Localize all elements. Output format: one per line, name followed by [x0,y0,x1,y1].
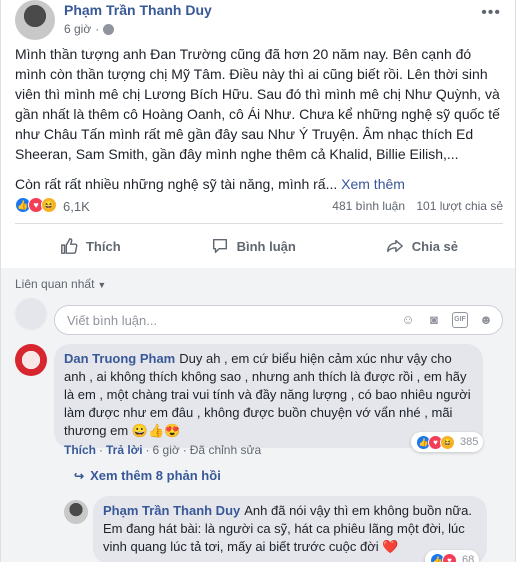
reply-reactions[interactable]: 👍 ♥ 68 [425,550,480,562]
like-label: Thích [85,238,121,254]
engagement-counts: 481 bình luận 101 lượt chia sẻ [324,199,503,213]
more-options-icon[interactable]: ••• [481,4,501,22]
heart-emoji: ❤️ [382,539,399,554]
share-label: Chia sẻ [411,238,459,254]
emoji-icon[interactable]: ☺ [400,312,416,328]
reaction-icons[interactable]: 👍 ♥ 😆 [15,197,57,213]
sort-label: Liên quan nhất [15,277,95,291]
comment-sort-dropdown[interactable]: Liên quan nhất ▼ [15,277,106,291]
reactions-count[interactable]: 6,1K [63,199,90,214]
comment-reactions[interactable]: 👍 ♥ 😆 385 [411,432,484,452]
commenter-name[interactable]: Dan Truong Pham [64,351,175,366]
speech-bubble-icon [212,238,227,254]
post-author-name[interactable]: Phạm Trần Thanh Duy [64,2,212,18]
post-paragraph-2: Còn rất rất nhiều những nghệ sỹ tài năng… [15,176,405,192]
comments-count[interactable]: 481 bình luận [332,199,405,213]
reply-author-name[interactable]: Phạm Trần Thanh Duy [103,503,240,518]
haha-reaction-icon: 😆 [440,434,455,450]
see-more-link[interactable]: Xem thêm [341,176,405,192]
reply-arrow-icon: ↪ [74,468,85,483]
reactions-summary: 👍 ♥ 😆 6,1K 481 bình luận 101 lượt chia s… [15,197,503,217]
thumbs-up-icon [61,238,78,254]
haha-reaction-icon: 😆 [41,197,57,213]
reply-reaction-count: 68 [462,554,475,562]
post-paragraph-1: Mình thần tượng anh Đan Trường cũng đã h… [15,46,500,162]
comment-like-link[interactable]: Thích [64,443,96,457]
shares-count[interactable]: 101 lượt chia sẻ [416,199,503,213]
comment-label: Bình luận [236,238,296,254]
post-body: Mình thần tượng anh Đan Trường cũng đã h… [15,44,505,204]
love-reaction-icon: ♥ [442,552,457,562]
post-card: Phạm Trần Thanh Duy 6 giờ · ••• Mình thầ… [0,0,516,562]
post-timestamp: 6 giờ · [64,22,115,36]
share-arrow-icon [386,239,403,253]
post-time[interactable]: 6 giờ [64,22,91,36]
view-more-replies-label: Xem thêm 8 phản hồi [90,468,221,483]
comment-input-box[interactable]: ☺ ◙ GIF ☻ [54,305,503,335]
comment-meta: Thích · Trả lời · 6 giờ · Đã chỉnh sửa [64,443,262,457]
post-action-bar: Thích Bình luận Chia sẻ [15,229,503,263]
chevron-down-icon: ▼ [97,280,107,290]
view-more-replies-link[interactable]: ↪ Xem thêm 8 phản hồi [74,468,221,483]
divider [15,223,503,224]
sticker-icon[interactable]: ☻ [478,312,494,328]
comment-reaction-count: 385 [460,436,479,448]
comment-time[interactable]: 6 giờ [153,443,180,457]
globe-icon [103,23,115,35]
reply-author-avatar[interactable] [64,500,88,524]
edited-label[interactable]: Đã chỉnh sửa [190,443,261,457]
comment-input-tools: ☺ ◙ GIF ☻ [400,312,494,328]
comment-button[interactable]: Bình luận [211,237,296,255]
commenter-avatar[interactable] [15,344,47,376]
gif-icon[interactable]: GIF [452,312,468,328]
like-button[interactable]: Thích [60,237,121,255]
current-user-avatar [15,298,47,330]
comment-reply-link[interactable]: Trả lời [106,443,143,457]
comment-input[interactable] [67,313,367,328]
camera-icon[interactable]: ◙ [426,312,442,328]
author-avatar[interactable] [15,0,55,40]
share-button[interactable]: Chia sẻ [386,237,458,255]
